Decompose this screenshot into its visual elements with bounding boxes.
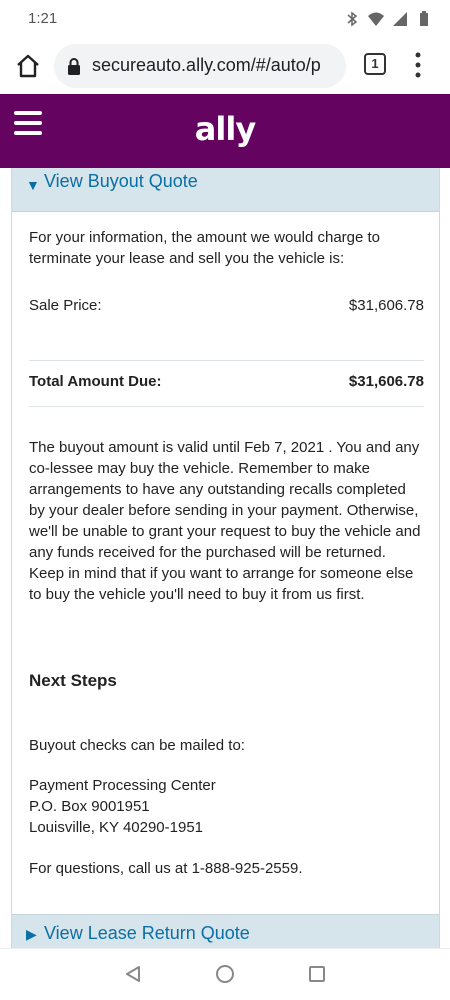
wifi-icon	[368, 12, 384, 26]
status-time: 1:21	[28, 10, 58, 27]
divider	[29, 406, 424, 407]
view-buyout-quote-toggle[interactable]: ▼ View Buyout Quote	[12, 168, 439, 212]
browser-toolbar: secureauto.ally.com/#/auto/p 1	[0, 38, 450, 94]
signal-icon	[393, 12, 407, 26]
next-steps-heading: Next Steps	[29, 671, 117, 690]
divider	[29, 360, 424, 361]
caret-right-icon: ▶	[26, 926, 37, 942]
questions-phone-text: For questions, call us at 1-888-925-2559…	[29, 860, 303, 877]
system-navigation-bar	[0, 948, 450, 1000]
view-lease-return-quote-label[interactable]: View Lease Return Quote	[44, 923, 250, 944]
sale-price-value: $31,606.78	[348, 297, 424, 314]
tab-switcher-button[interactable]: 1	[364, 53, 386, 75]
site-header: ally	[0, 94, 450, 168]
url-text[interactable]: secureauto.ally.com/#/auto/p	[92, 55, 342, 76]
status-icons	[344, 11, 432, 27]
back-icon[interactable]	[124, 965, 142, 983]
total-amount-value: $31,606.78	[348, 373, 424, 390]
view-buyout-quote-label[interactable]: View Buyout Quote	[44, 171, 198, 192]
battery-icon	[420, 11, 428, 26]
recent-apps-icon[interactable]	[309, 966, 325, 982]
home-icon[interactable]	[14, 52, 42, 80]
view-lease-return-quote-toggle[interactable]: ▶ View Lease Return Quote	[12, 914, 439, 948]
ally-logo[interactable]: ally	[0, 110, 450, 148]
bluetooth-icon	[347, 11, 358, 27]
status-bar: 1:21	[0, 0, 450, 38]
overflow-menu-icon[interactable]	[410, 51, 426, 79]
caret-down-icon: ▼	[26, 177, 40, 193]
address-line-2: P.O. Box 9001951	[29, 798, 150, 815]
home-nav-icon[interactable]	[216, 965, 234, 983]
buyout-intro-text: For your information, the amount we woul…	[29, 229, 381, 267]
address-line-1: Payment Processing Center	[29, 777, 216, 794]
buyout-quote-panel: ▼ View Buyout Quote For your information…	[11, 168, 440, 948]
mail-instructions-text: Buyout checks can be mailed to:	[29, 737, 245, 754]
sale-price-label: Sale Price:	[29, 297, 102, 314]
buyout-validity-text: The buyout amount is valid until Feb 7, …	[29, 439, 421, 603]
lock-icon	[68, 58, 80, 75]
address-line-3: Louisville, KY 40290-1951	[29, 819, 204, 836]
address-bar[interactable]: secureauto.ally.com/#/auto/p	[54, 44, 346, 88]
total-amount-label: Total Amount Due:	[29, 373, 162, 390]
